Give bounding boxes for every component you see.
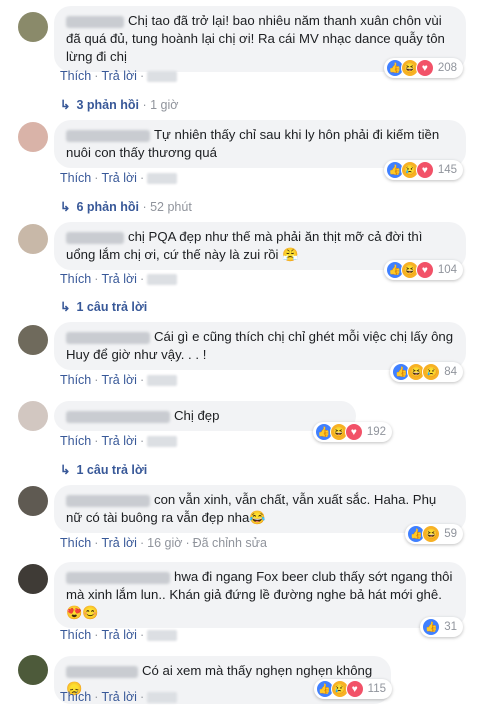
commenter-name[interactable] xyxy=(66,231,124,244)
timestamp[interactable] xyxy=(147,173,178,185)
timestamp[interactable] xyxy=(147,274,178,286)
comment-actions: Thích · Trả lời · xyxy=(60,69,178,83)
reaction-count: 59 xyxy=(444,528,457,540)
like-link[interactable]: Thích xyxy=(60,628,91,642)
reactions-summary[interactable]: 👍 😢 ♥ 145 xyxy=(383,160,463,180)
reply-time: 52 phút xyxy=(150,200,192,214)
timestamp[interactable]: 16 giờ xyxy=(147,536,182,550)
timestamp[interactable] xyxy=(147,436,178,448)
love-reaction-icon: ♥ xyxy=(415,161,434,179)
reactions-summary[interactable]: 👍 😆 ♥ 104 xyxy=(383,260,463,280)
avatar[interactable] xyxy=(18,325,48,355)
reply-time: 1 giờ xyxy=(150,98,179,112)
view-replies-link[interactable]: ↳ 1 câu trả lời xyxy=(60,462,147,477)
reply-link[interactable]: Trả lời xyxy=(101,690,137,704)
comment-actions: Thích · Trả lời · xyxy=(60,272,178,286)
reaction-count: 192 xyxy=(366,426,386,438)
like-link[interactable]: Thích xyxy=(60,272,91,286)
reply-count: 1 câu trả lời xyxy=(76,300,148,314)
reply-link[interactable]: Trả lời xyxy=(101,272,137,286)
timestamp[interactable] xyxy=(147,692,178,704)
reactions-summary[interactable]: 👍 😆 ♥ 208 xyxy=(383,58,463,78)
reply-link[interactable]: Trả lời xyxy=(101,69,137,83)
reactions-summary[interactable]: 👍 😆 ♥ 192 xyxy=(312,422,392,442)
like-link[interactable]: Thích xyxy=(60,171,91,185)
sad-reaction-icon: 😢 xyxy=(422,363,441,381)
comment-actions: Thích · Trả lời · xyxy=(60,373,178,387)
reply-count: 3 phản hồi xyxy=(76,98,139,112)
haha-reaction-icon: 😆 xyxy=(422,525,441,543)
like-link[interactable]: Thích xyxy=(60,690,91,704)
avatar[interactable] xyxy=(18,655,48,685)
comment-actions: Thích · Trả lời · xyxy=(60,434,178,448)
avatar[interactable] xyxy=(18,564,48,594)
reactions-summary[interactable]: 👍 😆 😢 84 xyxy=(390,362,463,382)
comment-bubble: hwa đi ngang Fox beer club thấy sớt ngan… xyxy=(54,562,466,628)
like-link[interactable]: Thích xyxy=(60,373,91,387)
like-link[interactable]: Thích xyxy=(60,434,91,448)
commenter-name[interactable] xyxy=(66,331,150,344)
timestamp[interactable] xyxy=(147,71,178,83)
reply-arrow-icon: ↳ xyxy=(60,300,71,314)
commenter-name[interactable] xyxy=(66,665,138,678)
love-reaction-icon: ♥ xyxy=(415,59,434,77)
view-replies-link[interactable]: ↳ 1 câu trả lời xyxy=(60,299,147,314)
reply-link[interactable]: Trả lời xyxy=(101,536,137,550)
like-link[interactable]: Thích xyxy=(60,69,91,83)
like-link[interactable]: Thích xyxy=(60,536,91,550)
like-reaction-icon: 👍 xyxy=(422,618,441,636)
view-replies-link[interactable]: ↳ 3 phản hồi · 1 giờ xyxy=(60,97,178,112)
avatar[interactable] xyxy=(18,122,48,152)
love-reaction-icon: ♥ xyxy=(344,423,363,441)
reply-link[interactable]: Trả lời xyxy=(101,434,137,448)
reply-count: 1 câu trả lời xyxy=(76,463,148,477)
reply-arrow-icon: ↳ xyxy=(60,200,71,214)
reply-arrow-icon: ↳ xyxy=(60,463,71,477)
avatar[interactable] xyxy=(18,401,48,431)
comment-bubble: con vẫn xinh, vẫn chất, vẫn xuất sắc. Ha… xyxy=(54,485,466,533)
commenter-name[interactable] xyxy=(66,571,170,584)
comment-bubble: Chị đẹp xyxy=(54,401,356,431)
reply-link[interactable]: Trả lời xyxy=(101,373,137,387)
comment-actions: Thích · Trả lời · xyxy=(60,690,178,704)
love-reaction-icon: ♥ xyxy=(415,261,434,279)
reactions-summary[interactable]: 👍 31 xyxy=(420,617,463,637)
commenter-name[interactable] xyxy=(66,494,150,507)
avatar[interactable] xyxy=(18,486,48,516)
comment-actions: Thích · Trả lời · xyxy=(60,628,178,642)
reaction-count: 31 xyxy=(444,621,457,633)
reaction-count: 84 xyxy=(444,366,457,378)
reply-link[interactable]: Trả lời xyxy=(101,628,137,642)
comment-text: Chị đẹp xyxy=(174,408,220,423)
timestamp[interactable] xyxy=(147,375,178,387)
comment-actions: Thích · Trả lời · xyxy=(60,171,178,185)
reply-link[interactable]: Trả lời xyxy=(101,171,137,185)
love-reaction-icon: ♥ xyxy=(345,680,364,698)
reply-count: 6 phản hồi xyxy=(76,200,139,214)
reaction-count: 115 xyxy=(367,683,386,695)
edited-label: Đã chỉnh sửa xyxy=(192,536,267,550)
reaction-count: 104 xyxy=(437,264,457,276)
commenter-name[interactable] xyxy=(66,15,124,28)
reply-arrow-icon: ↳ xyxy=(60,98,71,112)
avatar[interactable] xyxy=(18,12,48,42)
reactions-summary[interactable]: 👍 😆 59 xyxy=(405,524,463,544)
reaction-count: 145 xyxy=(437,164,457,176)
timestamp[interactable] xyxy=(147,630,178,642)
avatar[interactable] xyxy=(18,224,48,254)
reactions-summary[interactable]: 👍 😢 ♥ 115 xyxy=(313,679,392,699)
commenter-name[interactable] xyxy=(66,410,170,423)
reaction-count: 208 xyxy=(437,62,457,74)
commenter-name[interactable] xyxy=(66,129,150,142)
view-replies-link[interactable]: ↳ 6 phản hồi · 52 phút xyxy=(60,199,192,214)
comment-actions: Thích · Trả lời · 16 giờ · Đã chỉnh sửa xyxy=(60,536,267,550)
